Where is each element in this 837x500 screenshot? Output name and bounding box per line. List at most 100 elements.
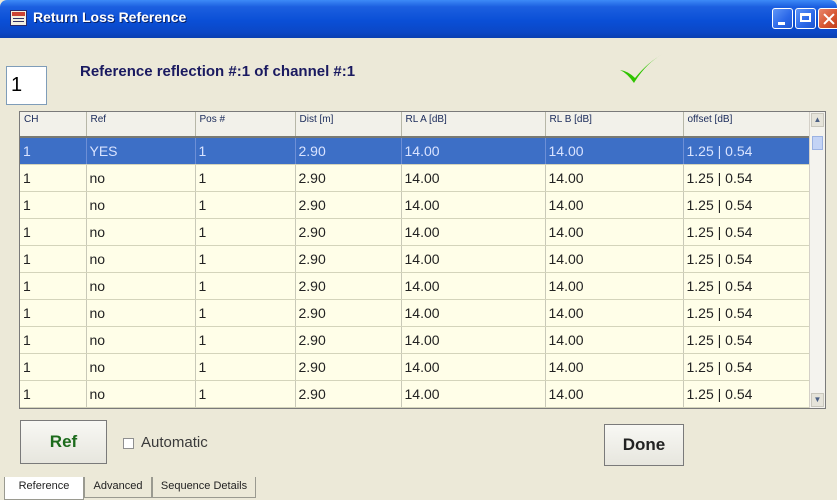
column-header[interactable]: offset [dB]: [683, 112, 811, 138]
maximize-button[interactable]: [795, 8, 816, 29]
table-row[interactable]: 1 no 1 2.90 14.00 14.00 1.25 | 0.54: [20, 218, 811, 246]
table-cell: 1: [195, 299, 296, 327]
tab-advanced[interactable]: Advanced: [84, 477, 152, 498]
table-row[interactable]: 1 YES 1 2.90 14.00 14.00 1.25 | 0.54: [20, 137, 811, 165]
return-loss-reference-window: Return Loss Reference 1 Reference reflec…: [0, 0, 837, 500]
table-row[interactable]: 1 no 1 2.90 14.00 14.00 1.25 | 0.54: [20, 380, 811, 408]
table-cell: no: [86, 164, 196, 192]
table-cell: 14.00: [545, 272, 684, 300]
table-cell: 14.00: [545, 380, 684, 408]
table-cell: YES: [86, 137, 196, 165]
table-cell: 1.25 | 0.54: [683, 299, 811, 327]
table-cell: 2.90: [295, 326, 402, 354]
vertical-scrollbar[interactable]: ▲ ▼: [809, 112, 825, 408]
table-cell: 1: [20, 218, 87, 246]
table-row[interactable]: 1 no 1 2.90 14.00 14.00 1.25 | 0.54: [20, 245, 811, 273]
table-cell: 14.00: [401, 191, 546, 219]
table-cell: 1.25 | 0.54: [683, 353, 811, 381]
table-cell: 14.00: [545, 299, 684, 327]
checkmark-icon: [620, 54, 663, 83]
title-bar[interactable]: Return Loss Reference: [0, 0, 837, 38]
table-cell: 14.00: [401, 245, 546, 273]
tab-sequence-details[interactable]: Sequence Details: [152, 477, 256, 498]
table-cell: no: [86, 353, 196, 381]
table-cell: 1.25 | 0.54: [683, 326, 811, 354]
minimize-button[interactable]: [772, 8, 793, 29]
table-cell: 2.90: [295, 353, 402, 381]
tab-reference[interactable]: Reference: [4, 477, 84, 500]
column-header[interactable]: Dist [m]: [295, 112, 402, 138]
app-icon: [10, 10, 27, 26]
table-cell: 14.00: [545, 137, 684, 165]
table-body: 1 YES 1 2.90 14.00 14.00 1.25 | 0.54 1 no 1 2.90 14…: [20, 137, 811, 408]
table-cell: 2.90: [295, 272, 402, 300]
table-cell: 2.90: [295, 137, 402, 165]
window-title: Return Loss Reference: [33, 9, 187, 25]
reference-number-field[interactable]: 1: [6, 66, 47, 105]
table-cell: 1: [20, 326, 87, 354]
column-header[interactable]: Pos #: [195, 112, 296, 138]
column-header[interactable]: Ref: [86, 112, 196, 138]
table-cell: 1: [195, 245, 296, 273]
scroll-up-icon[interactable]: ▲: [811, 113, 824, 127]
table-cell: 1: [20, 245, 87, 273]
table-cell: 14.00: [401, 218, 546, 246]
table-cell: 1: [195, 191, 296, 219]
table-cell: 1: [195, 164, 296, 192]
scroll-down-icon[interactable]: ▼: [811, 393, 824, 407]
table-row[interactable]: 1 no 1 2.90 14.00 14.00 1.25 | 0.54: [20, 353, 811, 381]
table-cell: 2.90: [295, 299, 402, 327]
table-header-row: CH Ref Pos # Dist [m] RL A [dB] RL B [dB] offs…: [20, 112, 811, 138]
table-cell: 14.00: [401, 299, 546, 327]
ref-button[interactable]: Ref: [20, 420, 107, 464]
scroll-thumb[interactable]: [812, 136, 823, 150]
table-row[interactable]: 1 no 1 2.90 14.00 14.00 1.25 | 0.54: [20, 326, 811, 354]
table-cell: no: [86, 380, 196, 408]
table-row[interactable]: 1 no 1 2.90 14.00 14.00 1.25 | 0.54: [20, 191, 811, 219]
table-cell: no: [86, 218, 196, 246]
column-header[interactable]: RL A [dB]: [401, 112, 546, 138]
table-cell: 2.90: [295, 245, 402, 273]
table-cell: 1: [20, 191, 87, 219]
table-cell: 1.25 | 0.54: [683, 218, 811, 246]
table-cell: 1.25 | 0.54: [683, 380, 811, 408]
table-cell: 14.00: [401, 272, 546, 300]
table-cell: 1: [20, 272, 87, 300]
table-cell: 14.00: [545, 191, 684, 219]
table-cell: no: [86, 272, 196, 300]
table-cell: 14.00: [545, 218, 684, 246]
table-cell: 1: [195, 380, 296, 408]
table-cell: 1.25 | 0.54: [683, 137, 811, 165]
column-header[interactable]: RL B [dB]: [545, 112, 684, 138]
reference-heading: Reference reflection #:1 of channel #:1: [80, 63, 356, 80]
table-cell: 1: [20, 353, 87, 381]
table-cell: 2.90: [295, 164, 402, 192]
table-cell: 14.00: [401, 353, 546, 381]
automatic-label: Automatic: [141, 434, 208, 451]
table-cell: no: [86, 191, 196, 219]
table-cell: 14.00: [545, 164, 684, 192]
table-cell: 1: [195, 272, 296, 300]
table-cell: 1: [20, 380, 87, 408]
table-cell: 1: [20, 299, 87, 327]
table-cell: 1: [195, 326, 296, 354]
table-cell: 14.00: [545, 353, 684, 381]
column-header[interactable]: CH: [20, 112, 87, 138]
table-cell: no: [86, 326, 196, 354]
table-cell: 1.25 | 0.54: [683, 191, 811, 219]
table-row[interactable]: 1 no 1 2.90 14.00 14.00 1.25 | 0.54: [20, 299, 811, 327]
close-button[interactable]: [818, 8, 837, 29]
table-cell: 14.00: [545, 245, 684, 273]
table-cell: 14.00: [401, 380, 546, 408]
automatic-checkbox[interactable]: [123, 438, 134, 449]
reference-table: CH Ref Pos # Dist [m] RL A [dB] RL B [dB] offs…: [19, 111, 826, 409]
dialog-body: 1 Reference reflection #:1 of channel #:…: [4, 38, 833, 500]
table-cell: 14.00: [545, 326, 684, 354]
table-row[interactable]: 1 no 1 2.90 14.00 14.00 1.25 | 0.54: [20, 164, 811, 192]
table-cell: 14.00: [401, 164, 546, 192]
table-row[interactable]: 1 no 1 2.90 14.00 14.00 1.25 | 0.54: [20, 272, 811, 300]
table-cell: no: [86, 299, 196, 327]
table-cell: 1.25 | 0.54: [683, 272, 811, 300]
done-button[interactable]: Done: [604, 424, 684, 466]
table-cell: 1.25 | 0.54: [683, 245, 811, 273]
